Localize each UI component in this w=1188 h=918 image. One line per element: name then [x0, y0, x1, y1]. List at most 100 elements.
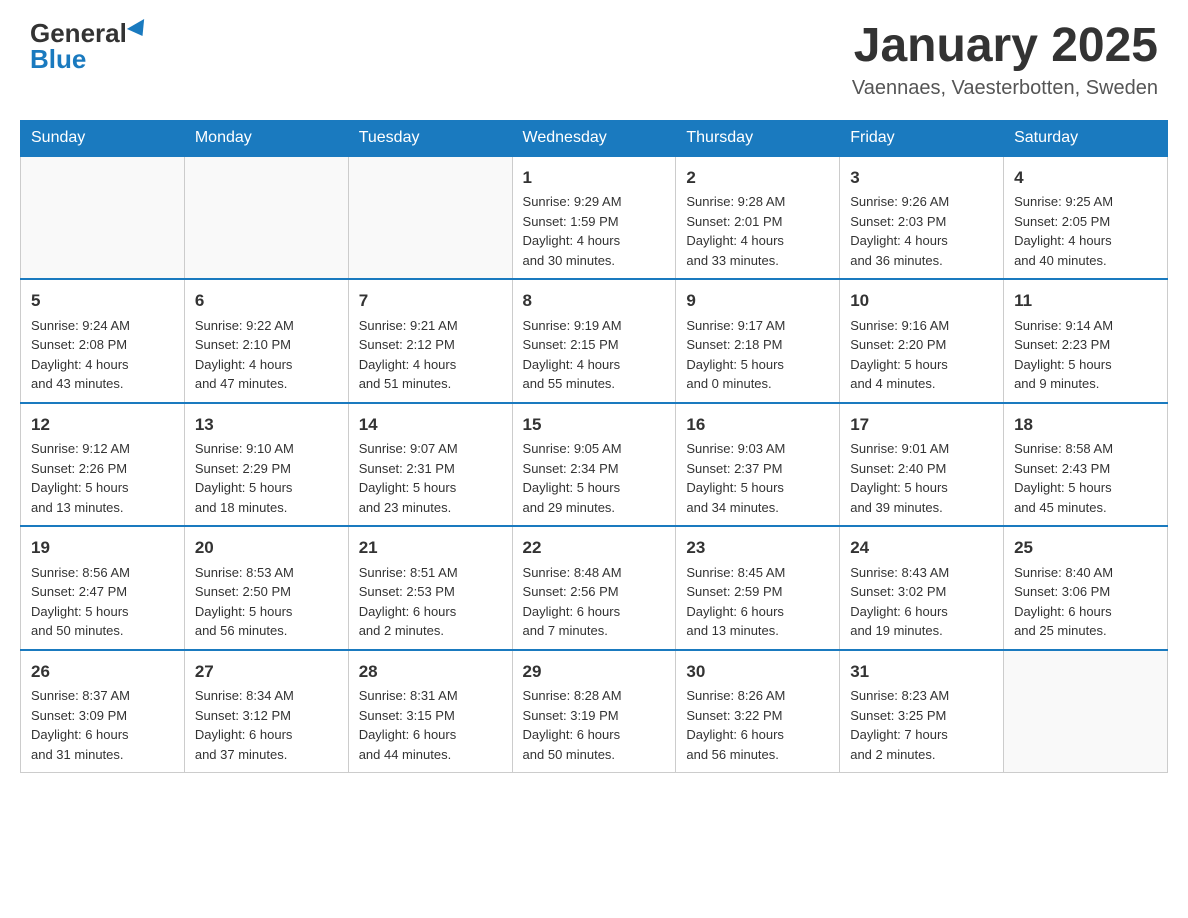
- week-row: 26Sunrise: 8:37 AM Sunset: 3:09 PM Dayli…: [21, 650, 1168, 773]
- day-number: 1: [523, 165, 666, 191]
- day-info: Sunrise: 8:37 AM Sunset: 3:09 PM Dayligh…: [31, 686, 174, 764]
- calendar-cell: 29Sunrise: 8:28 AM Sunset: 3:19 PM Dayli…: [512, 650, 676, 773]
- calendar-cell: 23Sunrise: 8:45 AM Sunset: 2:59 PM Dayli…: [676, 526, 840, 650]
- calendar-cell: 25Sunrise: 8:40 AM Sunset: 3:06 PM Dayli…: [1004, 526, 1168, 650]
- calendar-cell: 3Sunrise: 9:26 AM Sunset: 2:03 PM Daylig…: [840, 156, 1004, 280]
- day-number: 10: [850, 288, 993, 314]
- day-info: Sunrise: 9:07 AM Sunset: 2:31 PM Dayligh…: [359, 439, 502, 517]
- day-info: Sunrise: 8:51 AM Sunset: 2:53 PM Dayligh…: [359, 563, 502, 641]
- day-info: Sunrise: 8:58 AM Sunset: 2:43 PM Dayligh…: [1014, 439, 1157, 517]
- calendar-cell: 14Sunrise: 9:07 AM Sunset: 2:31 PM Dayli…: [348, 403, 512, 527]
- day-info: Sunrise: 9:16 AM Sunset: 2:20 PM Dayligh…: [850, 316, 993, 394]
- day-number: 19: [31, 535, 174, 561]
- calendar-cell: 8Sunrise: 9:19 AM Sunset: 2:15 PM Daylig…: [512, 279, 676, 403]
- day-info: Sunrise: 9:28 AM Sunset: 2:01 PM Dayligh…: [686, 192, 829, 270]
- calendar-cell: 28Sunrise: 8:31 AM Sunset: 3:15 PM Dayli…: [348, 650, 512, 773]
- calendar-cell: 12Sunrise: 9:12 AM Sunset: 2:26 PM Dayli…: [21, 403, 185, 527]
- day-number: 5: [31, 288, 174, 314]
- day-number: 28: [359, 659, 502, 685]
- day-info: Sunrise: 9:24 AM Sunset: 2:08 PM Dayligh…: [31, 316, 174, 394]
- calendar-cell: 20Sunrise: 8:53 AM Sunset: 2:50 PM Dayli…: [184, 526, 348, 650]
- logo: General Blue: [30, 20, 149, 72]
- day-info: Sunrise: 9:10 AM Sunset: 2:29 PM Dayligh…: [195, 439, 338, 517]
- day-number: 4: [1014, 165, 1157, 191]
- day-number: 20: [195, 535, 338, 561]
- day-info: Sunrise: 8:31 AM Sunset: 3:15 PM Dayligh…: [359, 686, 502, 764]
- day-info: Sunrise: 8:43 AM Sunset: 3:02 PM Dayligh…: [850, 563, 993, 641]
- weekday-header: Tuesday: [348, 120, 512, 156]
- day-info: Sunrise: 9:14 AM Sunset: 2:23 PM Dayligh…: [1014, 316, 1157, 394]
- day-number: 17: [850, 412, 993, 438]
- week-row: 5Sunrise: 9:24 AM Sunset: 2:08 PM Daylig…: [21, 279, 1168, 403]
- weekday-header: Wednesday: [512, 120, 676, 156]
- day-number: 7: [359, 288, 502, 314]
- day-number: 23: [686, 535, 829, 561]
- calendar-cell: 26Sunrise: 8:37 AM Sunset: 3:09 PM Dayli…: [21, 650, 185, 773]
- weekday-header: Sunday: [21, 120, 185, 156]
- calendar-cell: 21Sunrise: 8:51 AM Sunset: 2:53 PM Dayli…: [348, 526, 512, 650]
- day-info: Sunrise: 8:53 AM Sunset: 2:50 PM Dayligh…: [195, 563, 338, 641]
- day-info: Sunrise: 8:56 AM Sunset: 2:47 PM Dayligh…: [31, 563, 174, 641]
- day-number: 8: [523, 288, 666, 314]
- calendar-cell: 6Sunrise: 9:22 AM Sunset: 2:10 PM Daylig…: [184, 279, 348, 403]
- day-number: 9: [686, 288, 829, 314]
- weekday-header-row: SundayMondayTuesdayWednesdayThursdayFrid…: [21, 120, 1168, 156]
- calendar-cell: 18Sunrise: 8:58 AM Sunset: 2:43 PM Dayli…: [1004, 403, 1168, 527]
- day-info: Sunrise: 9:12 AM Sunset: 2:26 PM Dayligh…: [31, 439, 174, 517]
- location-title: Vaennaes, Vaesterbotten, Sweden: [852, 77, 1158, 100]
- day-number: 30: [686, 659, 829, 685]
- day-info: Sunrise: 9:19 AM Sunset: 2:15 PM Dayligh…: [523, 316, 666, 394]
- day-number: 2: [686, 165, 829, 191]
- weekday-header: Saturday: [1004, 120, 1168, 156]
- day-info: Sunrise: 8:23 AM Sunset: 3:25 PM Dayligh…: [850, 686, 993, 764]
- calendar-cell: 27Sunrise: 8:34 AM Sunset: 3:12 PM Dayli…: [184, 650, 348, 773]
- day-info: Sunrise: 9:17 AM Sunset: 2:18 PM Dayligh…: [686, 316, 829, 394]
- day-info: Sunrise: 8:48 AM Sunset: 2:56 PM Dayligh…: [523, 563, 666, 641]
- calendar-cell: [1004, 650, 1168, 773]
- logo-general-text: General: [30, 20, 127, 46]
- day-number: 12: [31, 412, 174, 438]
- day-number: 18: [1014, 412, 1157, 438]
- day-number: 22: [523, 535, 666, 561]
- day-number: 15: [523, 412, 666, 438]
- day-number: 21: [359, 535, 502, 561]
- logo-triangle-icon: [127, 19, 151, 41]
- calendar-cell: 7Sunrise: 9:21 AM Sunset: 2:12 PM Daylig…: [348, 279, 512, 403]
- calendar-cell: 30Sunrise: 8:26 AM Sunset: 3:22 PM Dayli…: [676, 650, 840, 773]
- title-section: January 2025 Vaennaes, Vaesterbotten, Sw…: [852, 20, 1158, 100]
- weekday-header: Friday: [840, 120, 1004, 156]
- calendar-cell: 1Sunrise: 9:29 AM Sunset: 1:59 PM Daylig…: [512, 156, 676, 280]
- weekday-header: Thursday: [676, 120, 840, 156]
- calendar-cell: 19Sunrise: 8:56 AM Sunset: 2:47 PM Dayli…: [21, 526, 185, 650]
- calendar-cell: 22Sunrise: 8:48 AM Sunset: 2:56 PM Dayli…: [512, 526, 676, 650]
- day-number: 31: [850, 659, 993, 685]
- day-number: 24: [850, 535, 993, 561]
- month-title: January 2025: [852, 20, 1158, 73]
- calendar-cell: 16Sunrise: 9:03 AM Sunset: 2:37 PM Dayli…: [676, 403, 840, 527]
- calendar-cell: 15Sunrise: 9:05 AM Sunset: 2:34 PM Dayli…: [512, 403, 676, 527]
- logo-blue-text: Blue: [30, 46, 86, 72]
- week-row: 19Sunrise: 8:56 AM Sunset: 2:47 PM Dayli…: [21, 526, 1168, 650]
- day-info: Sunrise: 8:45 AM Sunset: 2:59 PM Dayligh…: [686, 563, 829, 641]
- day-info: Sunrise: 9:21 AM Sunset: 2:12 PM Dayligh…: [359, 316, 502, 394]
- day-number: 13: [195, 412, 338, 438]
- calendar-cell: 4Sunrise: 9:25 AM Sunset: 2:05 PM Daylig…: [1004, 156, 1168, 280]
- day-info: Sunrise: 9:05 AM Sunset: 2:34 PM Dayligh…: [523, 439, 666, 517]
- day-info: Sunrise: 9:03 AM Sunset: 2:37 PM Dayligh…: [686, 439, 829, 517]
- calendar-cell: 31Sunrise: 8:23 AM Sunset: 3:25 PM Dayli…: [840, 650, 1004, 773]
- day-info: Sunrise: 8:28 AM Sunset: 3:19 PM Dayligh…: [523, 686, 666, 764]
- day-number: 11: [1014, 288, 1157, 314]
- day-number: 27: [195, 659, 338, 685]
- day-info: Sunrise: 9:22 AM Sunset: 2:10 PM Dayligh…: [195, 316, 338, 394]
- calendar-cell: [184, 156, 348, 280]
- header: General Blue January 2025 Vaennaes, Vaes…: [0, 0, 1188, 110]
- calendar-cell: 10Sunrise: 9:16 AM Sunset: 2:20 PM Dayli…: [840, 279, 1004, 403]
- calendar-cell: 24Sunrise: 8:43 AM Sunset: 3:02 PM Dayli…: [840, 526, 1004, 650]
- calendar-cell: 13Sunrise: 9:10 AM Sunset: 2:29 PM Dayli…: [184, 403, 348, 527]
- day-info: Sunrise: 9:26 AM Sunset: 2:03 PM Dayligh…: [850, 192, 993, 270]
- day-number: 3: [850, 165, 993, 191]
- day-info: Sunrise: 9:29 AM Sunset: 1:59 PM Dayligh…: [523, 192, 666, 270]
- week-row: 1Sunrise: 9:29 AM Sunset: 1:59 PM Daylig…: [21, 156, 1168, 280]
- weekday-header: Monday: [184, 120, 348, 156]
- calendar-cell: 11Sunrise: 9:14 AM Sunset: 2:23 PM Dayli…: [1004, 279, 1168, 403]
